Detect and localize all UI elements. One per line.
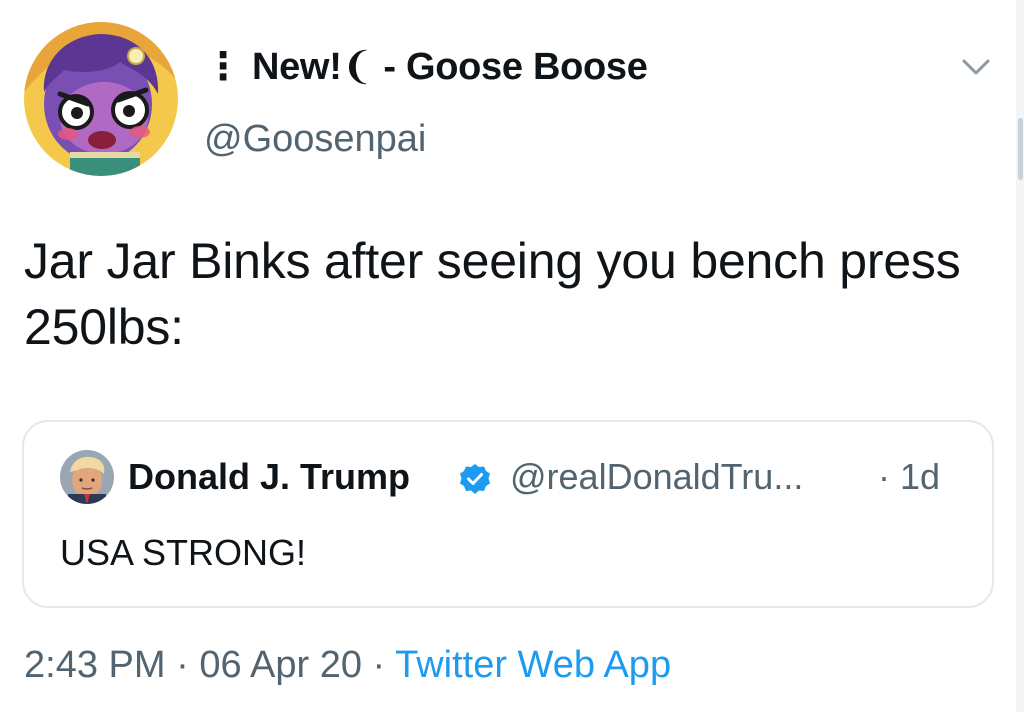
verified-badge-icon [460,464,490,494]
author-display-name[interactable]: ⋮ New!❨ - Goose Boose [204,44,648,89]
tweet-text: Jar Jar Binks after seeing you bench pre… [24,233,961,355]
tweet-screenshot: ⋮ New!❨ - Goose Boose @Goosenpai Jar Jar… [0,0,1024,712]
metadata-separator: · [362,644,396,686]
cartoon-avatar-image [24,22,178,176]
quoted-author-name[interactable]: Donald J. Trump [128,456,410,498]
quoted-tweet-text: USA STRONG! [60,532,307,573]
tweet-metadata: 2:43 PM · 06 Apr 20 · Twitter Web App [24,644,671,687]
author-avatar[interactable] [24,22,178,176]
author-handle[interactable]: @Goosenpai [204,118,426,161]
scrollbar-thumb[interactable] [1018,118,1023,180]
tweet-timestamp[interactable]: 2:43 PM [24,644,166,686]
tweet-source-link[interactable]: Twitter Web App [395,644,671,686]
scrollbar[interactable] [1016,0,1024,712]
quoted-author-avatar[interactable] [60,450,114,504]
quoted-tweet-time[interactable]: · 1d [878,456,940,498]
metadata-separator: · [165,644,200,686]
tweet-date[interactable]: 06 Apr 20 [199,644,362,686]
portrait-avatar-image [60,450,114,504]
quoted-author-handle[interactable]: @realDonaldTru... [510,456,803,498]
chevron-down-icon[interactable] [956,52,996,82]
quoted-tweet-card[interactable]: Donald J. Trump @realDonaldTru... · 1d U… [22,420,994,608]
